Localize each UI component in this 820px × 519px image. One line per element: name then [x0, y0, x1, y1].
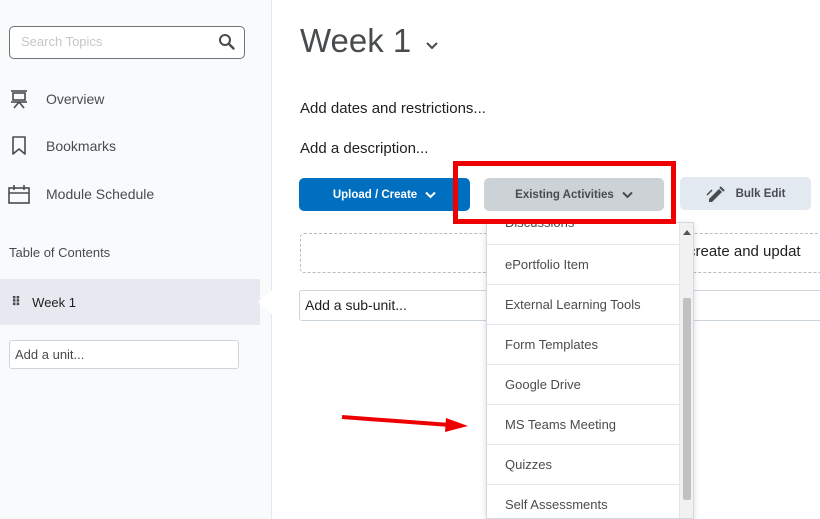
annotation-arrow-icon: [341, 415, 468, 432]
add-subunit-placeholder: Add a sub-unit...: [305, 297, 407, 313]
nav-label-bookmarks: Bookmarks: [46, 138, 117, 154]
scroll-up-icon[interactable]: [683, 230, 691, 235]
menu-item-ms-teams-meeting[interactable]: MS Teams Meeting: [487, 405, 680, 445]
menu-item-google-drive[interactable]: Google Drive: [487, 365, 680, 405]
annotation-highlight-box: [453, 161, 676, 224]
chevron-down-icon[interactable]: [425, 41, 439, 51]
add-description-link[interactable]: Add a description...: [300, 140, 428, 157]
menu-item-form-templates[interactable]: Form Templates: [487, 325, 680, 365]
toc-item-label: Week 1: [32, 294, 76, 310]
bulk-edit-button[interactable]: Bulk Edit: [680, 177, 811, 210]
menu-item-eportfolio[interactable]: ePortfolio Item: [487, 245, 680, 285]
search-box[interactable]: [9, 26, 245, 59]
menu-item-external-learning-tools[interactable]: External Learning Tools: [487, 285, 680, 325]
page-title[interactable]: Week 1: [300, 22, 439, 60]
calendar-icon: [8, 183, 30, 205]
menu-item-self-assessments[interactable]: Self Assessments: [487, 485, 680, 518]
nav-item-overview[interactable]: Overview: [8, 86, 104, 112]
menu-item-discussions[interactable]: Discussions: [487, 223, 680, 245]
bulk-edit-label: Bulk Edit: [735, 187, 786, 200]
presentation-icon: [8, 88, 30, 110]
drag-handle-icon[interactable]: ⠿: [11, 294, 21, 310]
add-unit-input[interactable]: Add a unit...: [9, 340, 239, 369]
scrollbar-thumb[interactable]: [683, 298, 691, 500]
sidebar: Overview Bookmarks Module Schedule Table…: [0, 0, 272, 519]
search-input[interactable]: [21, 34, 211, 49]
table-of-contents-heading: Table of Contents: [9, 245, 111, 260]
nav-label-module-schedule: Module Schedule: [46, 186, 155, 202]
add-dates-link[interactable]: Add dates and restrictions...: [300, 100, 486, 117]
nav-item-bookmarks[interactable]: Bookmarks: [8, 133, 116, 159]
menu-scrollbar[interactable]: [679, 223, 693, 518]
nav-item-module-schedule[interactable]: Module Schedule: [8, 181, 154, 207]
search-icon[interactable]: [218, 33, 236, 51]
nav-label-overview: Overview: [46, 91, 105, 107]
chevron-down-icon: [425, 191, 436, 198]
toc-item-week-1[interactable]: ⠿ Week 1: [0, 279, 260, 325]
menu-item-quizzes[interactable]: Quizzes: [487, 445, 680, 485]
upload-create-label: Upload / Create: [332, 188, 418, 201]
drop-zone-text: create and updat: [688, 243, 801, 260]
upload-create-button[interactable]: Upload / Create: [299, 178, 470, 211]
selection-notch: [258, 290, 272, 314]
bookmark-icon: [8, 135, 30, 157]
pencil-icon: [706, 185, 725, 202]
page-title-text: Week 1: [300, 22, 412, 59]
existing-activities-menu: Discussions ePortfolio Item External Lea…: [486, 222, 694, 519]
